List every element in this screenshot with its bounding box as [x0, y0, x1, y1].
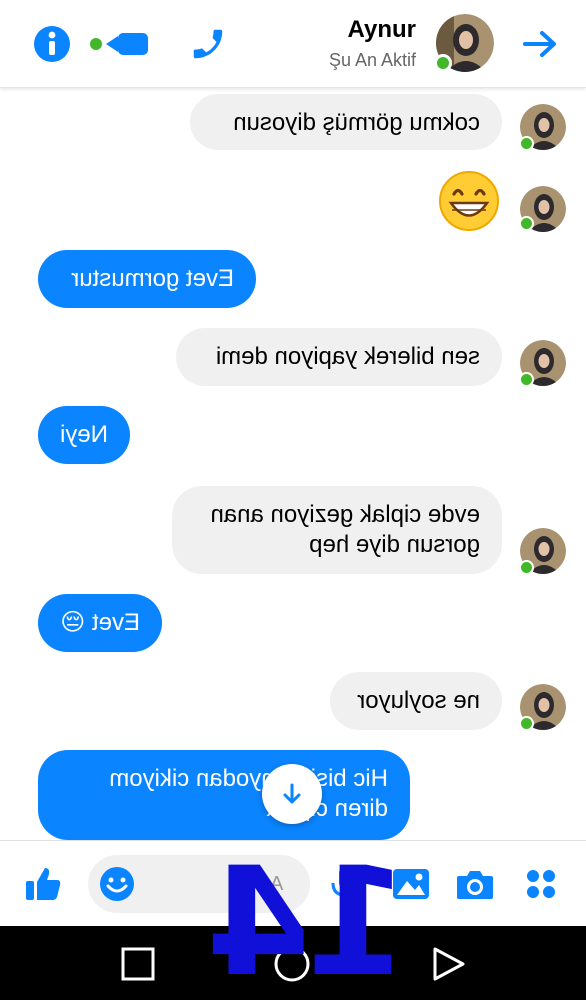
arrow-down-icon — [283, 783, 301, 804]
scroll-to-bottom-button[interactable] — [262, 764, 322, 824]
video-call-icon[interactable] — [88, 24, 152, 64]
thumbs-up-icon[interactable] — [22, 863, 64, 905]
overlay-number: 14 — [212, 836, 409, 1000]
message-bubble-outgoing[interactable]: Hic bisi Banyodan cikiyom diren ciplak — [38, 750, 410, 840]
online-indicator — [519, 136, 534, 151]
info-icon[interactable] — [32, 24, 72, 64]
message-text: Hic bisi Banyodan cikiyom diren ciplak — [109, 765, 388, 822]
camera-icon[interactable] — [454, 863, 496, 905]
back-triangle-icon[interactable] — [428, 944, 468, 984]
message-text: Neyi — [59, 421, 108, 448]
message-bubble-incoming[interactable]: sen bilerek yapiyon demi — [176, 328, 502, 386]
message-bubble-incoming[interactable]: cokmu görmüş diyosun — [190, 94, 502, 150]
message-text: Evet gormustur — [71, 265, 234, 292]
online-indicator — [519, 716, 534, 731]
message-text: sen bilerek yapiyon demi — [215, 343, 480, 370]
message-bubble-outgoing[interactable]: Neyi — [38, 406, 130, 464]
online-indicator — [434, 54, 452, 72]
emoji-icon[interactable] — [96, 863, 138, 905]
message-text: cokmu görmüş diyosun — [233, 109, 480, 136]
grinning-face-emoji[interactable] — [438, 170, 500, 232]
contact-name[interactable]: Aynur — [348, 16, 416, 44]
phone-icon[interactable] — [188, 24, 228, 64]
message-bubble-outgoing[interactable]: Evet gormustur — [38, 250, 256, 308]
message-text: Evet 😔 — [60, 609, 140, 636]
more-apps-icon[interactable] — [520, 863, 562, 905]
recents-square-icon[interactable] — [118, 944, 158, 984]
message-bubble-outgoing[interactable]: Evet 😔 — [38, 594, 162, 652]
message-bubble-incoming[interactable]: evde ciplak geziyon anan gorsun diye hep — [172, 486, 502, 574]
message-bubble-incoming[interactable]: ne soyluyor — [330, 672, 502, 730]
online-indicator — [519, 216, 534, 231]
chat-header: Aynur Şu An Aktif — [0, 0, 586, 88]
back-arrow-icon[interactable] — [520, 24, 560, 64]
online-indicator — [519, 372, 534, 387]
online-indicator — [519, 560, 534, 575]
active-status: Şu An Aktif — [328, 50, 416, 70]
message-text: ne soyluyor — [357, 687, 480, 714]
message-text: evde ciplak geziyon anan gorsun diye hep — [210, 501, 480, 558]
